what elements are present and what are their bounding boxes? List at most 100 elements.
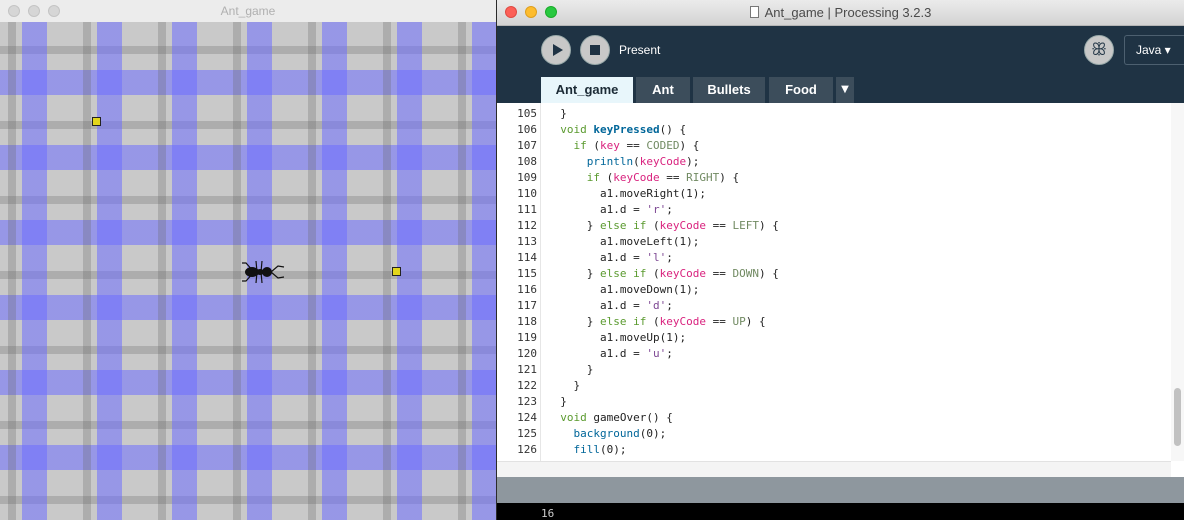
code-text[interactable]: background(0);: [547, 426, 667, 442]
ide-toolbar: Present ꕥ Java ▾: [497, 26, 1184, 78]
code-line[interactable]: 116 a1.moveDown(1);: [497, 282, 1177, 298]
line-number: 115: [517, 267, 537, 280]
line-number: 109: [517, 171, 537, 184]
code-text[interactable]: a1.moveLeft(1);: [547, 234, 699, 250]
code-line[interactable]: 121 }: [497, 362, 1177, 378]
code-text[interactable]: a1.moveDown(1);: [547, 282, 699, 298]
code-line[interactable]: 118 } else if (keyCode == UP) {: [497, 314, 1177, 330]
code-line[interactable]: 112 } else if (keyCode == LEFT) {: [497, 218, 1177, 234]
code-line[interactable]: 109 if (keyCode == RIGHT) {: [497, 170, 1177, 186]
code-line[interactable]: 120 a1.d = 'u';: [497, 346, 1177, 362]
tab-menu-button[interactable]: ▼: [836, 77, 854, 103]
line-number: 119: [517, 331, 537, 344]
line-number: 125: [517, 427, 537, 440]
code-line[interactable]: 106 void keyPressed() {: [497, 122, 1177, 138]
code-text[interactable]: } else if (keyCode == LEFT) {: [547, 218, 779, 234]
line-number: 106: [517, 123, 537, 136]
line-number: 120: [517, 347, 537, 360]
line-number: 123: [517, 395, 537, 408]
tab-ant[interactable]: Ant: [636, 77, 690, 103]
sketch-canvas[interactable]: [0, 22, 496, 520]
stop-icon: [590, 45, 600, 55]
line-number: 105: [517, 107, 537, 120]
line-number: 124: [517, 411, 537, 424]
code-text[interactable]: } else if (keyCode == UP) {: [547, 314, 766, 330]
food-square: [92, 117, 101, 126]
food-square: [392, 267, 401, 276]
sketch-titlebar[interactable]: Ant_game: [0, 0, 496, 23]
code-editor[interactable]: 105 } 106 void keyPressed() {107 if (key …: [497, 103, 1184, 461]
status-bar: [497, 477, 1184, 503]
play-icon: [553, 44, 563, 56]
sketch-window: Ant_game: [0, 0, 496, 520]
code-text[interactable]: a1.d = 'l';: [547, 250, 673, 266]
code-text[interactable]: }: [547, 378, 580, 394]
code-text[interactable]: a1.moveRight(1);: [547, 186, 706, 202]
line-number: 126: [517, 443, 537, 456]
code-line[interactable]: 123 }: [497, 394, 1177, 410]
code-text[interactable]: }: [547, 362, 594, 378]
line-number: 118: [517, 315, 537, 328]
mode-select[interactable]: Java ▾: [1124, 35, 1184, 65]
code-line[interactable]: 117 a1.d = 'd';: [497, 298, 1177, 314]
run-button[interactable]: [541, 35, 571, 65]
ant-sprite: [242, 260, 285, 284]
line-number: 112: [517, 219, 537, 232]
line-number: 121: [517, 363, 537, 376]
chevron-down-icon: ▼: [841, 84, 849, 95]
ide-window: Ant_game | Processing 3.2.3 Present ꕥ Ja…: [497, 0, 1184, 520]
ide-title-text: Ant_game | Processing 3.2.3: [764, 5, 932, 20]
tab-food[interactable]: Food: [769, 77, 833, 103]
code-line[interactable]: 125 background(0);: [497, 426, 1177, 442]
code-text[interactable]: if (key == CODED) {: [547, 138, 700, 154]
tab-bar: Ant_game Ant Bullets Food ▼: [497, 77, 1184, 103]
code-line[interactable]: 115 } else if (keyCode == DOWN) {: [497, 266, 1177, 282]
code-text[interactable]: a1.d = 'r';: [547, 202, 673, 218]
line-number: 114: [517, 251, 537, 264]
sketch-window-title: Ant_game: [220, 4, 276, 18]
butterfly-icon: ꕥ: [1091, 40, 1107, 60]
code-text[interactable]: println(keyCode);: [547, 154, 700, 170]
vertical-scroll-thumb[interactable]: [1174, 388, 1181, 446]
tab-ant-game[interactable]: Ant_game: [541, 77, 633, 103]
console-output: 16: [541, 507, 555, 520]
line-number: 108: [517, 155, 537, 168]
code-text[interactable]: }: [547, 394, 567, 410]
code-line[interactable]: 113 a1.moveLeft(1);: [497, 234, 1177, 250]
line-number: 122: [517, 379, 537, 392]
code-line[interactable]: 110 a1.moveRight(1);: [497, 186, 1177, 202]
line-number: 117: [517, 299, 537, 312]
ide-title: Ant_game | Processing 3.2.3: [497, 5, 1184, 20]
code-line[interactable]: 126 fill(0);: [497, 442, 1177, 458]
code-text[interactable]: void keyPressed() {: [547, 122, 686, 138]
code-text[interactable]: a1.moveUp(1);: [547, 330, 686, 346]
stop-button[interactable]: [580, 35, 610, 65]
code-text[interactable]: } else if (keyCode == DOWN) {: [547, 266, 779, 282]
debug-button[interactable]: ꕥ: [1084, 35, 1114, 65]
code-line[interactable]: 105 }: [497, 106, 1177, 122]
code-line[interactable]: 119 a1.moveUp(1);: [497, 330, 1177, 346]
code-text[interactable]: if (keyCode == RIGHT) {: [547, 170, 739, 186]
code-text[interactable]: void gameOver() {: [547, 410, 673, 426]
code-text[interactable]: a1.d = 'u';: [547, 346, 673, 362]
code-line[interactable]: 122 }: [497, 378, 1177, 394]
code-text[interactable]: fill(0);: [547, 442, 627, 458]
horizontal-scrollbar[interactable]: [497, 461, 1184, 477]
code-line[interactable]: 111 a1.d = 'r';: [497, 202, 1177, 218]
line-number: 110: [517, 187, 537, 200]
code-line[interactable]: 107 if (key == CODED) {: [497, 138, 1177, 154]
code-line[interactable]: 108 println(keyCode);: [497, 154, 1177, 170]
document-icon: [749, 6, 759, 18]
line-number: 107: [517, 139, 537, 152]
console-area[interactable]: 16: [497, 503, 1184, 520]
code-area[interactable]: 105 } 106 void keyPressed() {107 if (key …: [497, 106, 1177, 458]
code-line[interactable]: 114 a1.d = 'l';: [497, 250, 1177, 266]
scroll-corner: [1171, 461, 1184, 477]
code-line[interactable]: 124 void gameOver() {: [497, 410, 1177, 426]
code-text[interactable]: a1.d = 'd';: [547, 298, 673, 314]
ide-titlebar[interactable]: Ant_game | Processing 3.2.3: [497, 0, 1184, 26]
tab-bullets[interactable]: Bullets: [693, 77, 765, 103]
line-number: 116: [517, 283, 537, 296]
present-label[interactable]: Present: [619, 43, 660, 57]
code-text[interactable]: }: [547, 106, 567, 122]
